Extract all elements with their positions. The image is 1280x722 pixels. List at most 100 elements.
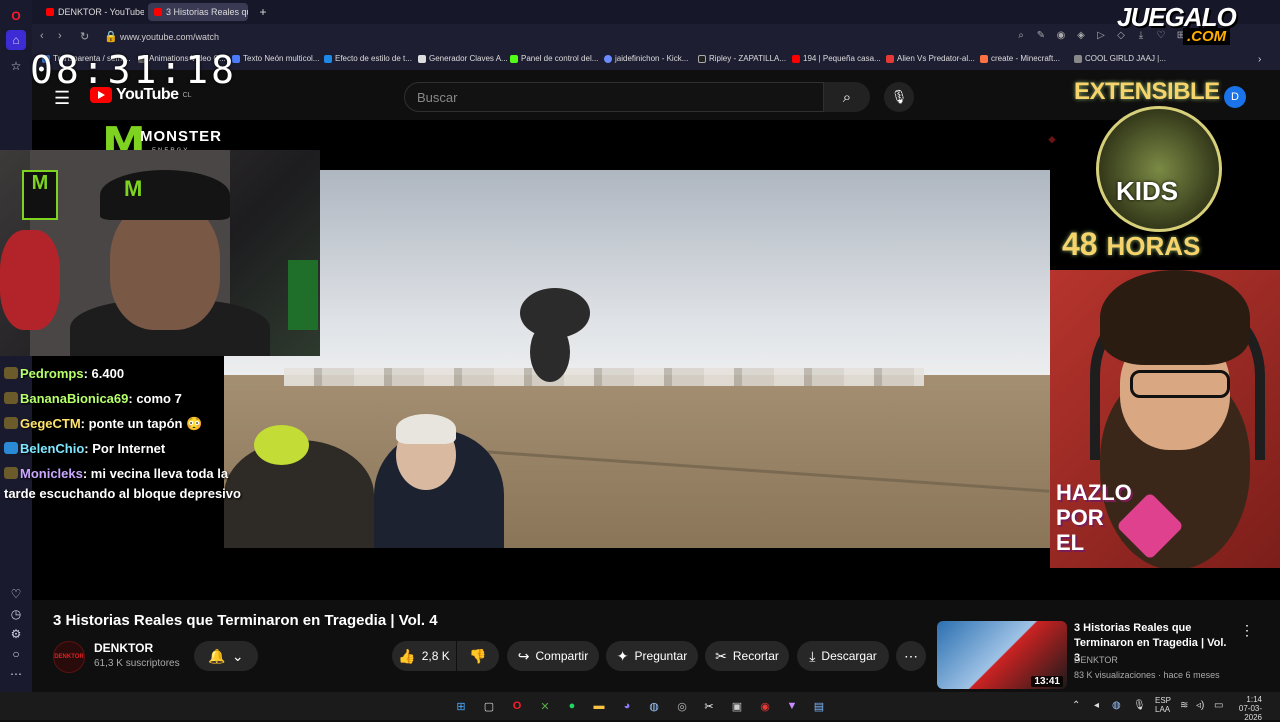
search-button[interactable]: ⌕ bbox=[824, 82, 870, 112]
hazlo-line: POR bbox=[1056, 505, 1104, 530]
bookmark-item[interactable]: Alien Vs Predator-al... bbox=[886, 54, 975, 63]
opera-gx-icon[interactable]: O bbox=[508, 697, 526, 715]
bookmark-label: create - Minecraft... bbox=[991, 54, 1060, 63]
bookmark-item[interactable]: Panel de control del... bbox=[510, 54, 598, 63]
channel-name[interactable]: DENKTOR bbox=[94, 641, 153, 655]
xbox-icon[interactable]: ✕ bbox=[536, 697, 554, 715]
monster-brand: MONSTER bbox=[140, 128, 222, 145]
promo-hours-word: HORAS bbox=[1106, 231, 1201, 261]
heart-icon[interactable]: ♡ bbox=[6, 584, 26, 604]
bookmark-item[interactable]: COOL GIRLD JAAJ |... bbox=[1074, 54, 1166, 63]
voice-search-button[interactable]: 🎙 bbox=[884, 82, 914, 112]
tray-app-icon[interactable]: ◂ bbox=[1094, 700, 1099, 711]
spectator-yellow-cap bbox=[254, 425, 309, 465]
ask-label: Preguntar bbox=[634, 649, 688, 663]
spotify-icon[interactable]: ● bbox=[563, 697, 581, 715]
bookmark-item[interactable]: Ripley - ZAPATILLA... bbox=[698, 54, 786, 63]
reload-icon[interactable]: ↻ bbox=[80, 30, 89, 43]
bell-icon: 🔔 bbox=[208, 647, 226, 664]
lock-icon: 🔒 bbox=[104, 31, 118, 43]
promo-kids: KIDS bbox=[1116, 176, 1179, 206]
clock-tray[interactable]: 1:14 07-03-2026 bbox=[1228, 695, 1262, 722]
tab-label: DENKTOR - YouTube bbox=[58, 7, 144, 17]
streamer-avatar-art: HAZLO POR EL bbox=[1050, 270, 1280, 568]
recommended-meta: 83 K visualizaciones · hace 6 meses bbox=[1074, 670, 1220, 680]
juegalo-watermark: JUEGALO .COM bbox=[1115, 2, 1280, 48]
back-icon[interactable]: ‹ bbox=[40, 30, 44, 42]
bookmark-item[interactable]: Efecto de estilo de t... bbox=[324, 54, 412, 63]
search-icon[interactable]: ⌕ bbox=[1014, 30, 1028, 44]
chat-text: : ponte un tapón 😳 bbox=[80, 416, 203, 431]
search-input[interactable]: Buscar bbox=[404, 82, 824, 112]
more-actions-button[interactable]: ⋯ bbox=[896, 641, 926, 671]
play-icon[interactable]: ▷ bbox=[1094, 30, 1108, 44]
history-icon[interactable]: ◷ bbox=[6, 604, 26, 624]
chrome-icon[interactable]: ◉ bbox=[756, 697, 774, 715]
notepad-icon[interactable]: ▤ bbox=[810, 697, 828, 715]
webcam-plush bbox=[0, 230, 60, 330]
bookmark-item[interactable]: Generador Claves A... bbox=[418, 54, 508, 63]
more-icon[interactable]: ⋯ bbox=[6, 664, 26, 684]
bookmark-favicon-icon bbox=[1074, 54, 1082, 63]
video-sky bbox=[224, 170, 1050, 385]
battery-icon[interactable]: ▭ bbox=[1214, 700, 1223, 711]
monster-can-icon: M bbox=[22, 170, 58, 220]
new-tab-button[interactable]: + bbox=[254, 3, 272, 21]
tab-denktor-youtube[interactable]: DENKTOR - YouTube bbox=[40, 3, 144, 21]
home-icon[interactable]: ⌂ bbox=[6, 30, 26, 50]
discord-icon[interactable]: ◕ bbox=[618, 697, 636, 715]
language-indicator[interactable]: ESP LAA bbox=[1155, 696, 1171, 714]
like-button[interactable]: 👍 2,8 K bbox=[392, 641, 456, 671]
url-field[interactable]: www.youtube.com/watch bbox=[120, 29, 580, 45]
avatar-hair bbox=[1100, 270, 1250, 365]
clip-button[interactable]: ✂ Recortar bbox=[705, 641, 789, 671]
ask-button[interactable]: ✦ Preguntar bbox=[606, 641, 698, 671]
tray-mic-icon[interactable]: 🎙 bbox=[1133, 700, 1146, 711]
chat-badge-icon bbox=[4, 442, 18, 454]
wifi-icon[interactable]: ≋ bbox=[1180, 700, 1188, 711]
microphone-icon: 🎙 bbox=[890, 89, 908, 104]
dislike-button[interactable]: 👎 bbox=[457, 641, 499, 671]
youtube-favicon-icon bbox=[46, 8, 54, 16]
video-frame[interactable] bbox=[224, 170, 1050, 548]
forward-icon[interactable]: › bbox=[58, 30, 62, 42]
bookmarks-overflow-icon[interactable]: › bbox=[1258, 54, 1261, 65]
edit-icon[interactable]: ✎ bbox=[1034, 30, 1048, 44]
obs-icon[interactable]: ◎ bbox=[673, 697, 691, 715]
tray-overflow-icon[interactable]: ⌃ bbox=[1072, 700, 1080, 711]
share-button[interactable]: ↪ Compartir bbox=[507, 641, 599, 671]
pin-icon[interactable]: ☆ bbox=[6, 56, 26, 76]
scissors-icon: ✂ bbox=[715, 647, 727, 664]
steam-icon[interactable]: ◍ bbox=[645, 697, 663, 715]
capcut-icon[interactable]: ✂ bbox=[700, 697, 718, 715]
bookmark-label: jaidefinichon - Kick... bbox=[615, 54, 689, 63]
bookmark-item[interactable]: 194 | Pequeña casa... bbox=[792, 54, 881, 63]
chat-message: Monicleks: mi vecina lleva toda la bbox=[4, 466, 228, 481]
recommended-more-icon[interactable]: ⋮ bbox=[1240, 622, 1254, 639]
settings-icon[interactable]: ⚙ bbox=[6, 624, 26, 644]
channel-avatar[interactable]: DENKTOR bbox=[53, 641, 85, 673]
video-title: 3 Historias Reales que Terminaron en Tra… bbox=[53, 612, 438, 629]
subscription-bell-button[interactable]: 🔔 ⌄ bbox=[194, 641, 258, 671]
minecraft-icon[interactable]: ▣ bbox=[728, 697, 746, 715]
lightbulb-icon[interactable]: ○ bbox=[6, 644, 26, 664]
recommended-channel[interactable]: DENKTOR bbox=[1074, 655, 1118, 665]
bookmark-item[interactable]: jaidefinichon - Kick... bbox=[604, 54, 688, 63]
recommended-thumbnail[interactable]: 13:41 bbox=[937, 621, 1067, 689]
bookmark-item[interactable]: create - Minecraft... bbox=[980, 54, 1060, 63]
bookmark-favicon-icon bbox=[698, 54, 706, 63]
bookmark-item[interactable]: Texto Neón multicol... bbox=[232, 54, 319, 63]
camera-icon[interactable]: ◉ bbox=[1054, 30, 1068, 44]
tray-steam-icon[interactable]: ◍ bbox=[1112, 700, 1121, 711]
windows-start-icon[interactable]: ⊞ bbox=[452, 697, 470, 715]
language-layout: LAA bbox=[1155, 705, 1171, 714]
volume-icon[interactable]: ◃) bbox=[1196, 700, 1204, 711]
file-explorer-icon[interactable]: ▬ bbox=[590, 697, 608, 715]
download-button[interactable]: ⤓ Descargar bbox=[797, 641, 889, 671]
shield-icon[interactable]: ◈ bbox=[1074, 30, 1088, 44]
opera-logo-icon[interactable]: O bbox=[6, 6, 26, 26]
task-view-icon[interactable]: ▢ bbox=[480, 697, 498, 715]
spectator-hair bbox=[396, 414, 456, 444]
mic-app-icon[interactable]: ▼ bbox=[783, 697, 801, 715]
tab-active-video[interactable]: 3 Historias Reales que bbox=[148, 3, 248, 21]
